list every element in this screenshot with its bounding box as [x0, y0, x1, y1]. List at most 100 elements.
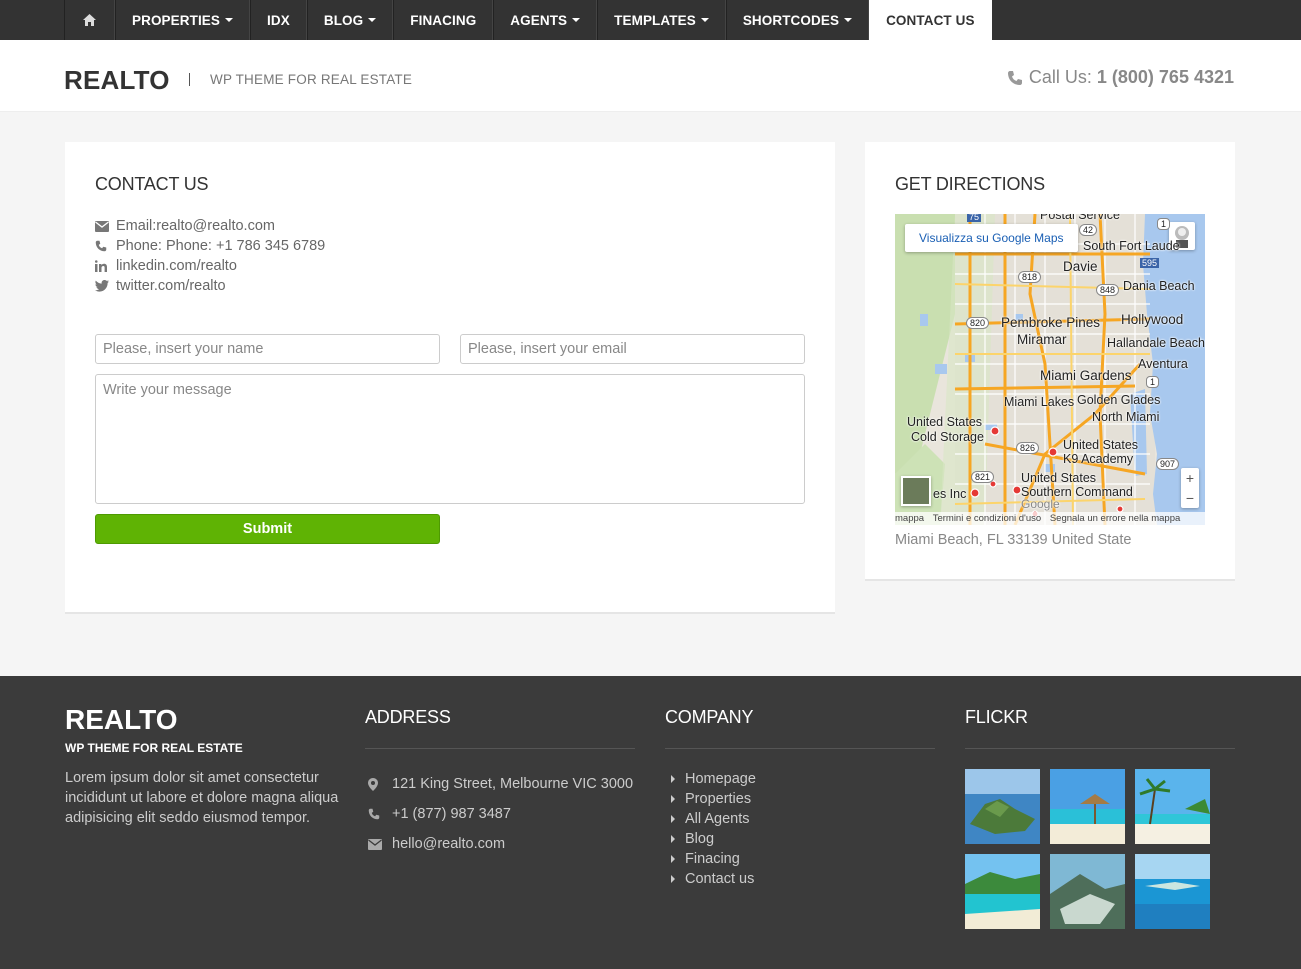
map-marker-icon	[368, 777, 378, 791]
flickr-thumbnail[interactable]	[1135, 769, 1210, 844]
nav-agents[interactable]: AGENTS	[493, 0, 598, 40]
directions-title: GET DIRECTIONS	[895, 174, 1045, 194]
nav-menu: PROPERTIES IDX BLOG FINACING AGENTS TEMP…	[64, 0, 992, 40]
nav-home[interactable]	[64, 0, 115, 40]
map-label: 821	[971, 471, 995, 483]
nav-label: CONTACT US	[886, 12, 975, 28]
caret-right-icon	[671, 775, 675, 783]
map-footer: mappa Termini e condizioni d'uso Segnala…	[895, 512, 1205, 525]
caret-right-icon	[671, 815, 675, 823]
nav-blog[interactable]: BLOG	[306, 0, 394, 40]
map-label: 907	[1156, 458, 1180, 470]
footer-link-all-agents[interactable]: All Agents	[668, 809, 756, 829]
map-footer-link[interactable]: Termini e condizioni d'uso	[933, 513, 1041, 524]
name-input[interactable]	[95, 334, 440, 364]
footer-link-properties[interactable]: Properties	[668, 789, 756, 809]
map-label: 1	[1157, 218, 1171, 230]
call-us-label: Call Us:	[1028, 67, 1092, 87]
map-label: Miami Lakes	[1004, 395, 1075, 409]
site-footer: REALTO WP THEME FOR REAL ESTATE Lorem ip…	[0, 676, 1301, 969]
zoom-out-button[interactable]: −	[1181, 488, 1199, 508]
nav-label: IDX	[267, 12, 290, 28]
nav-label: PROPERTIES	[132, 12, 221, 28]
map-label: South Fort Laude	[1083, 239, 1180, 253]
envelope-icon	[368, 838, 382, 850]
contact-twitter: twitter.com/realto	[95, 276, 325, 296]
footer-link-contact-us[interactable]: Contact us	[668, 869, 756, 889]
zoom-in-button[interactable]: +	[1181, 468, 1199, 488]
map-label: Postal Service	[1040, 214, 1120, 222]
site-tagline: WP THEME FOR REAL ESTATE	[210, 72, 413, 87]
directions-address: Miami Beach, FL 33139 United State	[895, 532, 1132, 548]
map-label: 826	[1016, 442, 1040, 454]
submit-button[interactable]: Submit	[95, 514, 440, 544]
footer-link-blog[interactable]: Blog	[668, 829, 756, 849]
google-logo: Google	[1021, 497, 1060, 511]
caret-down-icon	[700, 18, 709, 22]
message-textarea[interactable]	[95, 374, 805, 504]
map-label: 1	[1146, 376, 1160, 388]
ocean-island-photo	[1135, 854, 1210, 929]
contact-info-list: Email:realto@realto.com Phone: Phone: +1…	[95, 216, 325, 296]
caret-down-icon	[572, 18, 581, 22]
contact-linkedin-text[interactable]: linkedin.com/realto	[116, 258, 237, 274]
map-label: North Miami	[1092, 410, 1160, 424]
call-us: Call Us: 1 (800) 765 4321	[1007, 67, 1234, 88]
map-label: 595	[1140, 258, 1160, 268]
nav-properties[interactable]: PROPERTIES	[115, 0, 251, 40]
flickr-thumbnail[interactable]	[1135, 854, 1210, 929]
satellite-toggle[interactable]	[901, 476, 931, 506]
phone-icon	[95, 240, 107, 252]
map-label: Miramar	[1017, 332, 1067, 347]
view-in-google-maps-link[interactable]: Visualizza su Google Maps	[905, 224, 1078, 252]
directions-card: GET DIRECTIONS Visualizza su Google Maps…	[865, 142, 1235, 581]
footer-link-label: Contact us	[685, 871, 755, 887]
nav-contact-us[interactable]: CONTACT US	[869, 0, 992, 40]
flickr-thumbnail[interactable]	[965, 854, 1040, 929]
nav-templates[interactable]: TEMPLATES	[597, 0, 726, 40]
map-label: es Inc	[933, 487, 967, 501]
nav-label: AGENTS	[510, 12, 568, 28]
map-footer-link[interactable]: mappa	[895, 513, 924, 524]
call-us-number[interactable]: 1 (800) 765 4321	[1097, 67, 1234, 88]
contact-twitter-text[interactable]: twitter.com/realto	[116, 278, 226, 294]
nav-label: BLOG	[323, 12, 364, 28]
footer-email-text[interactable]: hello@realto.com	[392, 836, 505, 852]
flickr-thumbnail[interactable]	[1050, 854, 1125, 929]
map-footer-link[interactable]: Segnala un errore nella mappa	[1050, 513, 1180, 524]
caret-right-icon	[671, 835, 675, 843]
map-label: United States	[1063, 438, 1139, 452]
footer-link-label: All Agents	[685, 811, 750, 827]
nav-shortcodes[interactable]: SHORTCODES	[725, 0, 870, 40]
map-label: 848	[1096, 284, 1120, 296]
google-map[interactable]: Visualizza su Google Maps Postal Service…	[895, 214, 1205, 525]
map-label: 820	[966, 317, 990, 329]
logo-divider	[189, 73, 190, 86]
flickr-thumbnail[interactable]	[965, 769, 1040, 844]
nav-label: SHORTCODES	[742, 12, 840, 28]
palm-beach-photo	[1135, 769, 1210, 844]
map-label: 42	[1079, 224, 1098, 236]
nav-idx[interactable]: IDX	[250, 0, 307, 40]
footer-address-text: 121 King Street, Melbourne VIC 3000	[392, 776, 634, 792]
footer-logo[interactable]: REALTO	[65, 704, 178, 736]
footer-link-homepage[interactable]: Homepage	[668, 769, 756, 789]
caret-right-icon	[671, 855, 675, 863]
email-input[interactable]	[460, 334, 805, 364]
footer-flickr-title: FLICKR	[965, 707, 1028, 727]
footer-link-label: Homepage	[685, 771, 756, 787]
map-label: Davie	[1063, 259, 1098, 274]
contact-phone: Phone: Phone: +1 786 345 6789	[95, 236, 325, 256]
nav-financing[interactable]: FINACING	[393, 0, 494, 40]
flickr-thumbnail[interactable]	[1050, 769, 1125, 844]
footer-link-financing[interactable]: Finacing	[668, 849, 756, 869]
nav-label: TEMPLATES	[614, 12, 696, 28]
site-logo[interactable]: REALTO	[64, 65, 170, 96]
phone-icon	[1007, 70, 1022, 85]
map-zoom-control: + −	[1181, 468, 1199, 508]
beach-hut-photo	[1050, 769, 1125, 844]
footer-link-label: Properties	[685, 791, 752, 807]
contact-email: Email:realto@realto.com	[95, 216, 325, 236]
footer-company-links: Homepage Properties All Agents Blog Fina…	[668, 769, 756, 889]
contact-email-text[interactable]: Email:realto@realto.com	[116, 218, 275, 234]
